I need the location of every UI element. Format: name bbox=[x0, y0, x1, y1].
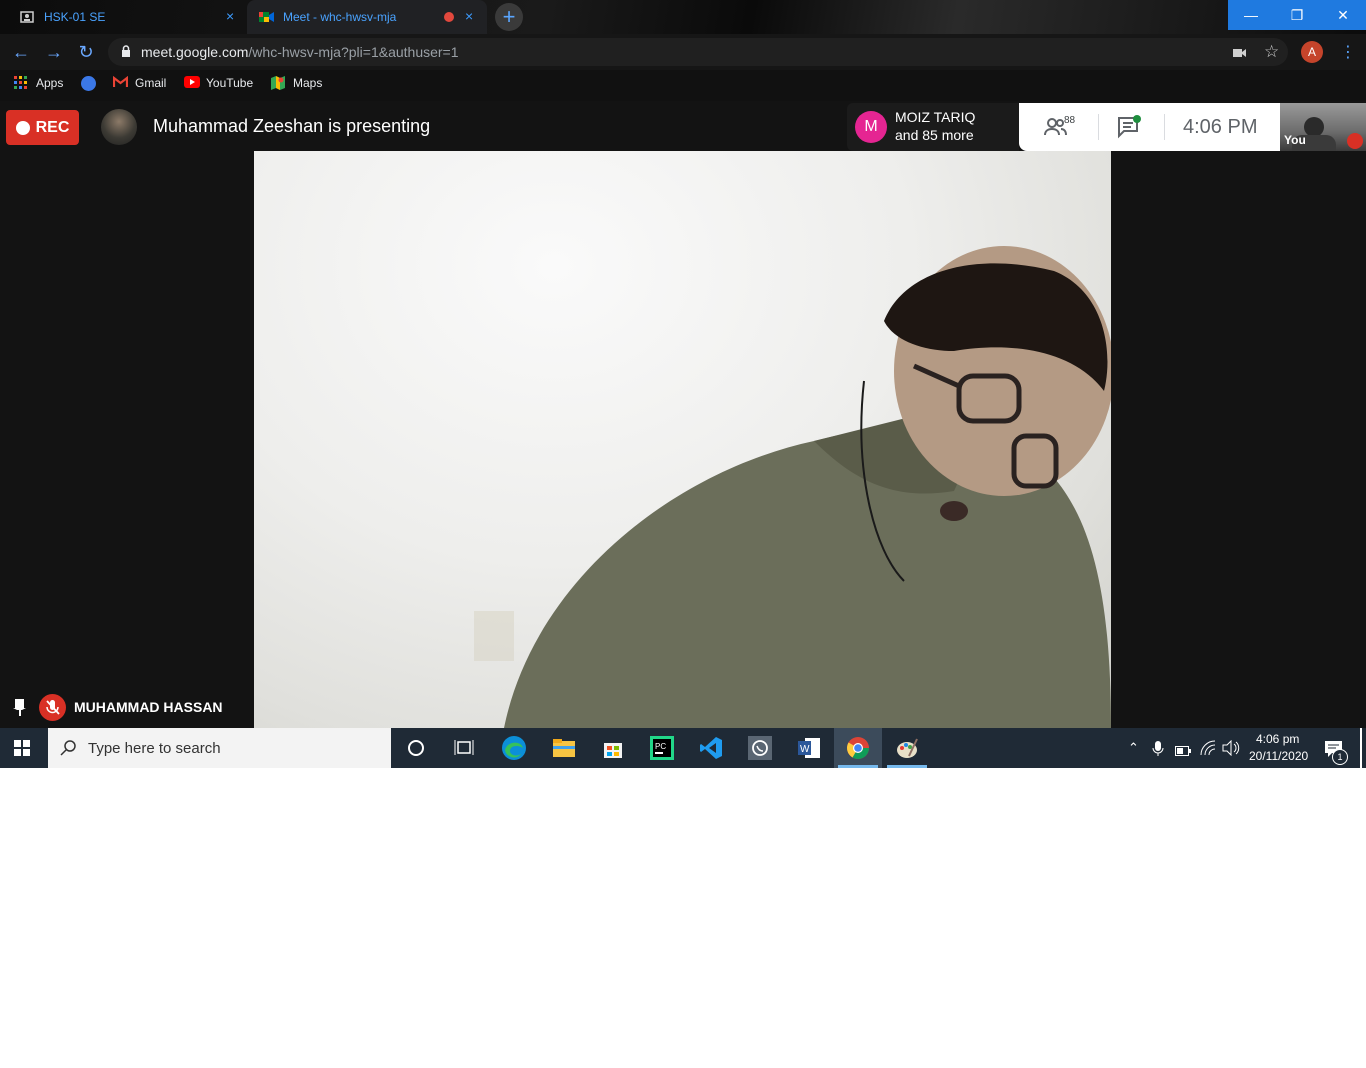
minimize-button[interactable]: — bbox=[1228, 0, 1274, 30]
edge-icon[interactable] bbox=[501, 735, 527, 761]
url-path: /whc-hwsv-mja?pli=1&authuser=1 bbox=[248, 44, 459, 60]
participant-more: and 85 more bbox=[895, 127, 974, 143]
tab-title: HSK-01 SE bbox=[44, 10, 106, 24]
divider bbox=[1164, 114, 1165, 140]
store-icon[interactable] bbox=[600, 735, 626, 761]
self-view-label: You bbox=[1284, 133, 1306, 147]
bookmark-label: Apps bbox=[36, 76, 64, 90]
profile-avatar[interactable]: A bbox=[1301, 41, 1323, 63]
close-window-button[interactable]: ✕ bbox=[1320, 0, 1366, 30]
microphone-icon[interactable] bbox=[1152, 740, 1164, 762]
bookmark-apps[interactable]: Apps bbox=[14, 76, 63, 90]
rec-label: REC bbox=[35, 118, 70, 136]
show-desktop-button[interactable] bbox=[1360, 728, 1362, 768]
paint-active-indicator bbox=[887, 765, 927, 768]
presenting-banner: Muhammad Zeeshan is presenting bbox=[153, 116, 431, 136]
meeting-clock: 4:06 PM bbox=[1183, 116, 1258, 138]
people-count: 88 bbox=[1064, 115, 1076, 126]
vscode-icon[interactable] bbox=[698, 735, 724, 761]
recording-icon bbox=[444, 12, 454, 22]
chevron-up-icon[interactable]: ⌃ bbox=[1128, 740, 1139, 756]
paint-icon[interactable] bbox=[894, 735, 920, 761]
volume-icon[interactable] bbox=[1222, 739, 1240, 761]
svg-text:PC: PC bbox=[655, 742, 666, 751]
search-placeholder: Type here to search bbox=[88, 740, 221, 757]
windows-start-icon[interactable] bbox=[10, 738, 34, 760]
tab-hsk[interactable]: HSK-01 SE bbox=[0, 0, 247, 34]
record-dot-icon bbox=[15, 120, 30, 135]
camera-icon[interactable] bbox=[1233, 46, 1247, 64]
close-tab-icon[interactable]: × bbox=[226, 8, 234, 24]
gmail-icon bbox=[112, 75, 129, 90]
svg-text:W: W bbox=[800, 744, 810, 755]
desktop-screen: HSK-01 SE × Meet - whc-hwsv-mja × + — ❐ … bbox=[0, 0, 1366, 768]
apps-grid-icon bbox=[14, 76, 28, 90]
chat-notification-dot bbox=[1133, 115, 1141, 123]
chrome-icon[interactable] bbox=[845, 735, 871, 761]
bookmark-label: YouTube bbox=[206, 76, 254, 90]
battery-icon[interactable] bbox=[1175, 743, 1191, 761]
participant-avatar: M bbox=[855, 111, 887, 143]
restore-button[interactable]: ❐ bbox=[1274, 0, 1320, 30]
youtube-icon bbox=[184, 76, 200, 90]
notification-count: 1 bbox=[1332, 749, 1348, 765]
url-text: meet.google.com/whc-hwsv-mja?pli=1&authu… bbox=[141, 44, 459, 60]
speaker-name: MUHAMMAD HASSAN bbox=[74, 699, 223, 715]
cortana-icon[interactable] bbox=[403, 735, 429, 761]
menu-icon[interactable]: ⋮ bbox=[1340, 42, 1356, 62]
reload-icon[interactable]: ↻ bbox=[74, 41, 98, 63]
mic-off-icon bbox=[39, 694, 66, 721]
tab-title: Meet - whc-hwsv-mja bbox=[283, 10, 397, 24]
pin-icon[interactable] bbox=[10, 697, 30, 717]
bookmark-youtube[interactable]: YouTube bbox=[184, 76, 253, 90]
word-icon[interactable]: W bbox=[796, 735, 822, 761]
maps-icon bbox=[271, 76, 285, 90]
participant-name: MOIZ TARIQ bbox=[895, 109, 976, 125]
wifi-icon[interactable] bbox=[1200, 740, 1216, 761]
url-host: meet.google.com bbox=[141, 44, 249, 60]
bookmark-gmail[interactable]: Gmail bbox=[112, 75, 167, 90]
whatsapp-icon[interactable] bbox=[747, 735, 773, 761]
chrome-active-indicator bbox=[838, 765, 878, 768]
meet-icon bbox=[259, 10, 274, 24]
globe-icon[interactable] bbox=[81, 76, 96, 91]
presenter-video bbox=[254, 151, 1111, 728]
taskbar-time[interactable]: 4:06 pm bbox=[1256, 732, 1299, 746]
pycharm-icon[interactable]: PC bbox=[649, 735, 675, 761]
forward-icon[interactable]: → bbox=[42, 41, 66, 63]
classroom-icon bbox=[20, 10, 34, 24]
recording-badge: REC bbox=[6, 110, 79, 145]
search-icon bbox=[60, 739, 78, 762]
presenter-avatar bbox=[101, 109, 137, 145]
bookmark-label: Maps bbox=[293, 76, 323, 90]
back-icon[interactable]: ← bbox=[9, 41, 33, 63]
divider bbox=[1098, 114, 1099, 140]
self-mic-off-icon bbox=[1347, 133, 1363, 149]
lock-icon bbox=[121, 45, 131, 63]
task-view-icon[interactable] bbox=[451, 735, 477, 761]
close-tab-icon[interactable]: × bbox=[465, 8, 473, 24]
taskbar-date[interactable]: 20/11/2020 bbox=[1249, 749, 1308, 763]
file-explorer-icon[interactable] bbox=[551, 735, 577, 761]
bookmark-maps[interactable]: Maps bbox=[271, 76, 322, 90]
bookmark-label: Gmail bbox=[135, 76, 167, 90]
star-icon[interactable]: ☆ bbox=[1264, 42, 1279, 62]
new-tab-button[interactable]: + bbox=[495, 3, 523, 31]
